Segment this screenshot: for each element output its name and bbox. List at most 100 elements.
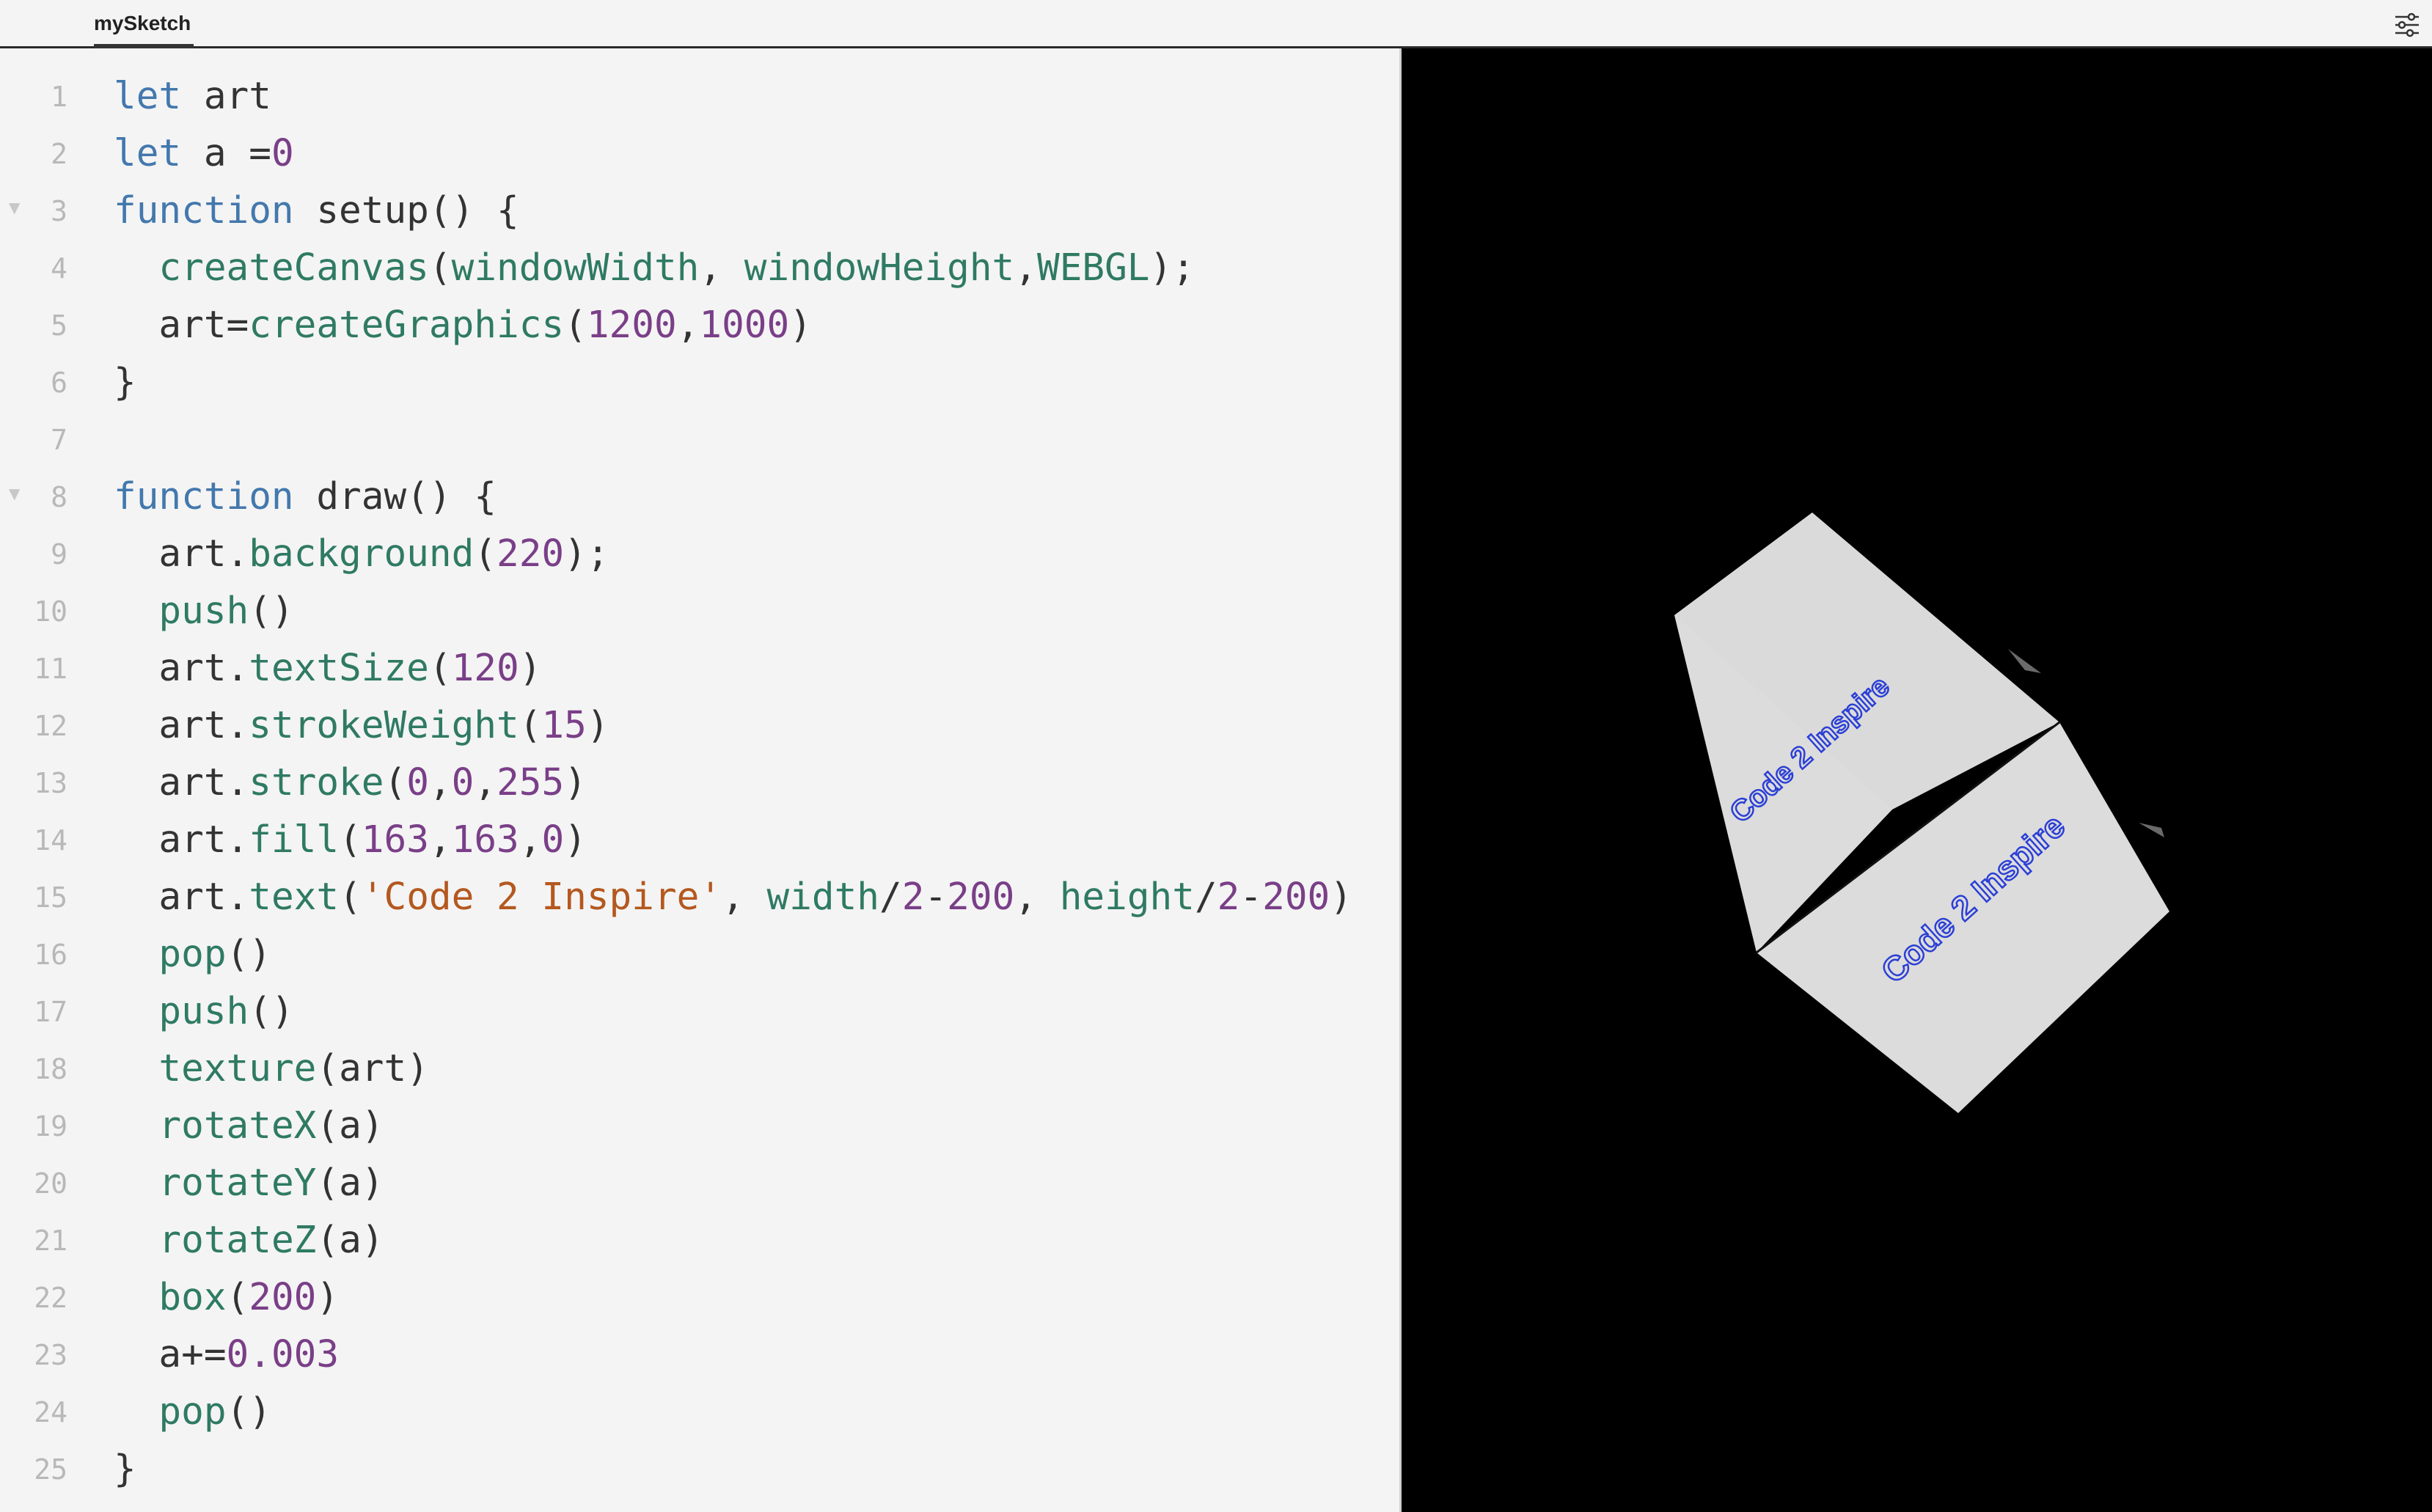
code-token: stroke [249, 761, 384, 804]
code-line[interactable]: 12 art.strokeWeight(15) [0, 697, 1399, 755]
code-text: rotateY(a) [114, 1155, 384, 1212]
code-token: strokeWeight [249, 704, 519, 747]
code-token: ) [1330, 876, 1352, 919]
code-token: (a) [316, 1219, 384, 1262]
code-line[interactable]: 6} [0, 354, 1399, 411]
code-token: 'Code 2 Inspire' [361, 876, 722, 919]
code-token: 0.003 [226, 1333, 340, 1376]
code-token: 200 [947, 876, 1015, 919]
line-number: 5 [51, 309, 67, 342]
code-text: push() [114, 983, 293, 1041]
code-token: art. [114, 876, 249, 919]
code-token: 0 [451, 761, 475, 804]
code-token: , [519, 818, 542, 862]
code-token: height [1059, 876, 1195, 919]
code-token: (a) [316, 1161, 384, 1205]
line-number: 12 [34, 710, 67, 742]
code-line[interactable]: 18 texture(art) [0, 1041, 1399, 1098]
code-token: art. [114, 532, 249, 576]
code-line[interactable]: ▼ 8 function draw() { [0, 469, 1399, 526]
code-token: a = [181, 132, 271, 175]
code-token: ( [339, 876, 362, 919]
code-token: art. [114, 704, 249, 747]
code-token: ) [519, 647, 542, 690]
code-text: pop() [114, 1384, 271, 1441]
code-line[interactable]: 13 art.stroke(0,0,255) [0, 755, 1399, 812]
code-line[interactable]: 17 push() [0, 983, 1399, 1041]
code-line[interactable]: 24 pop() [0, 1384, 1399, 1441]
code-text: pop() [114, 926, 271, 983]
code-token: 200 [1262, 876, 1330, 919]
code-token: texture [158, 1047, 317, 1090]
code-token: ); [1149, 246, 1195, 290]
line-number: 11 [34, 653, 67, 685]
code-token: fill [249, 818, 340, 862]
code-token: , [1014, 876, 1060, 919]
code-line[interactable]: 9 art.background(220); [0, 526, 1399, 583]
code-line[interactable]: 10 push() [0, 583, 1399, 640]
code-line[interactable]: 15 art.text('Code 2 Inspire', width/2-20… [0, 869, 1399, 926]
code-token: () [249, 590, 294, 633]
code-token: textSize [249, 647, 429, 690]
code-token: ) [316, 1276, 340, 1319]
code-token: background [249, 532, 475, 576]
code-line[interactable]: ▼ 3 function setup() { [0, 183, 1399, 240]
code-line[interactable]: 11 art.textSize(120) [0, 640, 1399, 697]
code-line[interactable]: 25} [0, 1441, 1399, 1498]
code-line[interactable]: 14 art.fill(163,163,0) [0, 812, 1399, 869]
code-token: setup() { [293, 189, 519, 232]
code-line[interactable]: 21 rotateZ(a) [0, 1212, 1399, 1269]
code-text: let a =0 [114, 125, 294, 183]
line-number: 16 [34, 939, 67, 971]
code-text: rotateX(a) [114, 1098, 384, 1155]
code-text: art.fill(163,163,0) [114, 812, 587, 869]
code-text: a+=0.003 [114, 1326, 339, 1384]
code-token: draw() { [293, 475, 497, 518]
code-line[interactable]: 7 [0, 411, 1399, 469]
code-token: } [114, 361, 136, 404]
code-text: function draw() { [114, 469, 497, 526]
code-token: / [1194, 876, 1217, 919]
code-text: rotateZ(a) [114, 1212, 384, 1269]
code-text: art.textSize(120) [114, 640, 541, 697]
line-number: 6 [51, 367, 67, 399]
code-token: ) [564, 818, 587, 862]
code-token: () [226, 1390, 271, 1434]
code-line[interactable]: 1 let art [0, 68, 1399, 125]
top-bar: mySketch [0, 0, 2432, 48]
code-token: ( [564, 304, 587, 347]
code-token: (art) [316, 1047, 429, 1090]
code-token: rotateX [158, 1104, 317, 1148]
code-token: rotateZ [158, 1219, 317, 1262]
code-token: () [226, 933, 271, 976]
code-line[interactable]: 23 a+=0.003 [0, 1326, 1399, 1384]
code-text: let art [114, 68, 271, 125]
code-line[interactable]: 20 rotateY(a) [0, 1155, 1399, 1212]
code-token: ( [519, 704, 542, 747]
code-text: art.stroke(0,0,255) [114, 755, 587, 812]
code-line[interactable]: 2 let a =0 [0, 125, 1399, 183]
code-token: 1200 [586, 304, 677, 347]
code-token: , [428, 761, 452, 804]
line-number: 2 [51, 138, 67, 170]
code-line[interactable]: 16 pop() [0, 926, 1399, 983]
code-token: box [158, 1276, 227, 1319]
line-number: 13 [34, 767, 67, 799]
code-editor[interactable]: 1 let art 2 let a =0 ▼ 3 function setup() {4 c… [0, 48, 1399, 1512]
code-text: texture(art) [114, 1041, 429, 1098]
code-token: (a) [316, 1104, 384, 1148]
code-line[interactable]: 5 art=createGraphics(1200,1000) [0, 297, 1399, 354]
sketch-tab[interactable]: mySketch [94, 0, 191, 46]
code-line[interactable]: 19 rotateX(a) [0, 1098, 1399, 1155]
code-line[interactable]: 4 createCanvas(windowWidth, windowHeight… [0, 240, 1399, 297]
code-token: ) [564, 761, 587, 804]
code-token: 163 [451, 818, 519, 862]
code-line[interactable]: 22 box(200) [0, 1269, 1399, 1326]
sliders-icon[interactable] [2392, 10, 2422, 40]
code-token: rotateY [158, 1161, 317, 1205]
line-number: 10 [34, 595, 67, 628]
sketch-canvas[interactable]: Code 2 Inspire Code 2 Inspire [1399, 48, 2432, 1512]
